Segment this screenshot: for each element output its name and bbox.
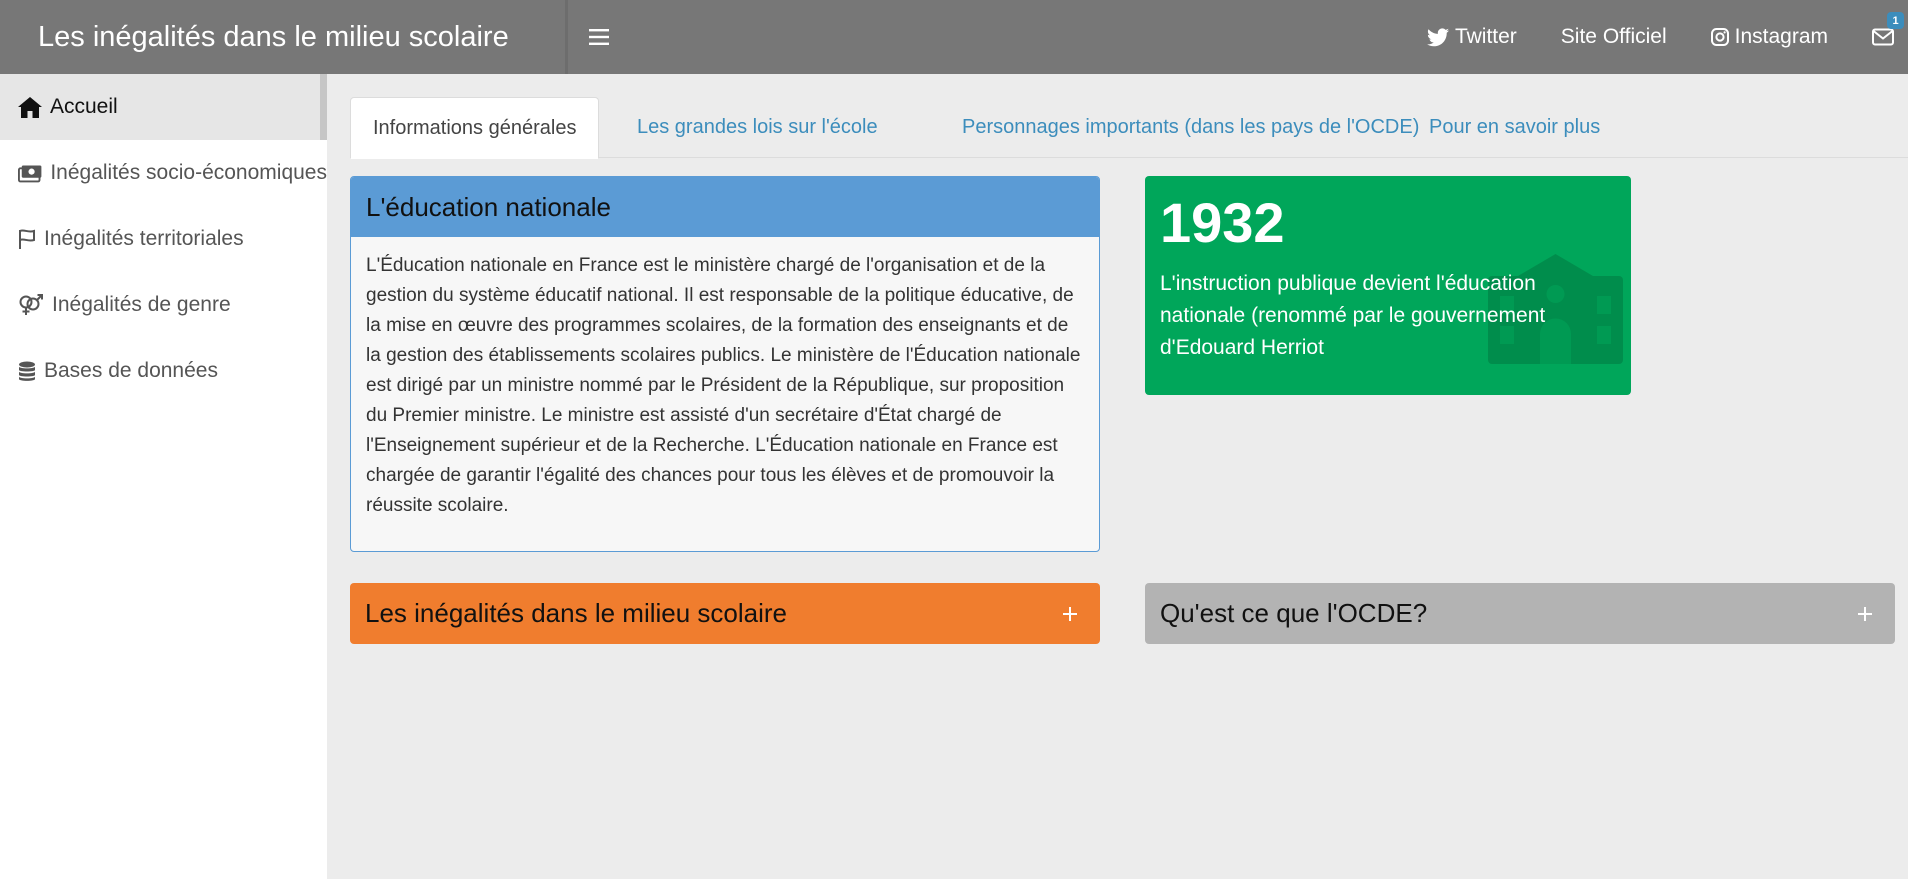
expand-button[interactable] [1850, 599, 1880, 629]
sidebar-item-socio-economiques[interactable]: Inégalités socio-économiques [0, 140, 327, 206]
instagram-label: Instagram [1734, 25, 1828, 48]
messages-badge: 1 [1887, 12, 1904, 29]
plus-icon [1063, 606, 1077, 621]
hamburger-icon [589, 29, 609, 45]
value-box-value: 1932 [1160, 191, 1285, 254]
education-nationale-text: L'Éducation nationale en France est le m… [366, 255, 1081, 516]
tab-personnages-importants[interactable]: Personnages importants (dans les pays de… [940, 97, 1441, 158]
sidebar-item-label: Bases de données [44, 359, 218, 382]
database-icon [19, 361, 35, 381]
ocde-box-title: Qu'est ce que l'OCDE? [1160, 598, 1428, 628]
instagram-icon [1710, 28, 1729, 46]
sidebar-item-bases-de-donnees[interactable]: Bases de données [0, 338, 327, 404]
app-title: Les inégalités dans le milieu scolaire [38, 20, 509, 53]
sidebar-toggle-button[interactable] [580, 18, 618, 56]
venus-mars-icon [19, 294, 43, 315]
sidebar-item-territoriales[interactable]: Inégalités territoriales [0, 206, 327, 272]
tab-bar: Informations générales Les grandes lois … [350, 97, 1908, 159]
money-icon [18, 165, 42, 182]
flag-icon [19, 228, 35, 249]
inegalites-box-title: Les inégalités dans le milieu scolaire [365, 598, 788, 628]
home-icon [18, 96, 42, 118]
ocde-collapsed-box: Qu'est ce que l'OCDE? [1145, 583, 1895, 644]
expand-button[interactable] [1055, 599, 1085, 629]
education-nationale-title: L'éducation nationale [351, 177, 1099, 237]
sidebar-item-accueil[interactable]: Accueil [0, 74, 327, 140]
value-box-1932: 1932 L'instruction publique devient l'éd… [1145, 176, 1631, 395]
tab-pour-en-savoir-plus[interactable]: Pour en savoir plus [1407, 97, 1622, 158]
sidebar: Accueil Inégalités socio-économiques Iné… [0, 74, 327, 879]
education-nationale-box: L'éducation nationale L'Éducation nation… [350, 176, 1100, 552]
tab-informations-generales[interactable]: Informations générales [350, 97, 600, 159]
plus-icon [1858, 606, 1872, 621]
inegalites-collapsed-box: Les inégalités dans le milieu scolaire [350, 583, 1100, 644]
navbar-divider [565, 0, 568, 74]
official-site-label: Site Officiel [1560, 25, 1667, 48]
sidebar-item-label: Inégalités territoriales [44, 227, 244, 250]
envelope-icon [1872, 28, 1894, 46]
sidebar-scrollbar[interactable] [320, 74, 327, 140]
twitter-icon [1426, 27, 1449, 46]
sidebar-item-label: Accueil [50, 95, 118, 118]
twitter-label: Twitter [1454, 25, 1517, 48]
sidebar-item-label: Inégalités socio-économiques [50, 161, 327, 184]
official-site-link[interactable]: Site Officiel [1539, 0, 1689, 74]
messages-menu-button[interactable]: 1 [1850, 0, 1908, 74]
sidebar-item-genre[interactable]: Inégalités de genre [0, 272, 327, 338]
sidebar-item-label: Inégalités de genre [52, 293, 231, 316]
twitter-link[interactable]: Twitter [1405, 0, 1539, 74]
instagram-link[interactable]: Instagram [1689, 0, 1850, 74]
tab-grandes-lois[interactable]: Les grandes lois sur l'école [615, 97, 900, 158]
top-navbar: Les inégalités dans le milieu scolaire T… [0, 0, 1908, 74]
value-box-subtitle: L'instruction publique devient l'éducati… [1160, 272, 1546, 359]
